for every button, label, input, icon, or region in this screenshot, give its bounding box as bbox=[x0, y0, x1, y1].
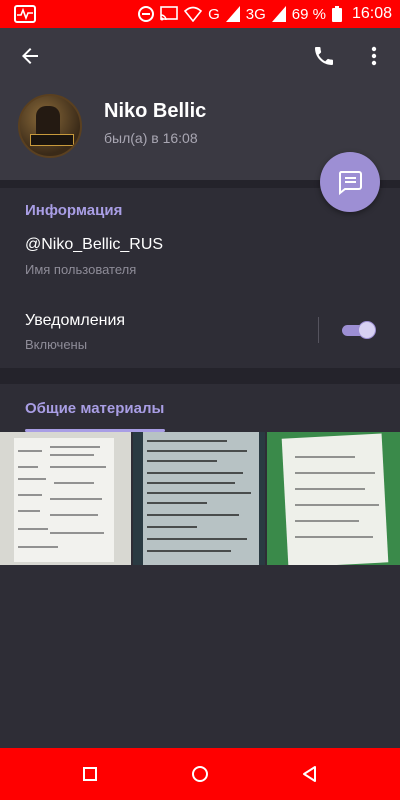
system-nav-bar bbox=[0, 748, 400, 800]
receipt-line bbox=[147, 502, 207, 504]
receipt-line bbox=[50, 454, 94, 456]
shared-media-title[interactable]: Общие материалы bbox=[25, 400, 164, 417]
back-icon[interactable] bbox=[298, 762, 322, 786]
media-thumbnail[interactable] bbox=[267, 432, 400, 565]
receipt-line bbox=[50, 514, 98, 516]
receipt-line bbox=[295, 504, 379, 506]
wifi-icon bbox=[184, 6, 203, 22]
receipt-line bbox=[147, 514, 239, 516]
receipt-line bbox=[18, 546, 58, 548]
receipt-line bbox=[295, 520, 359, 522]
receipt-line bbox=[147, 492, 251, 494]
back-arrow-icon[interactable] bbox=[18, 44, 42, 68]
signal-icon-2 bbox=[271, 6, 286, 22]
divider bbox=[318, 317, 319, 343]
media-thumbnail[interactable] bbox=[133, 432, 265, 565]
clock: 16:08 bbox=[351, 5, 392, 22]
activity-icon bbox=[14, 5, 36, 23]
receipt-line bbox=[295, 456, 355, 458]
username-value[interactable]: @Niko_Bellic_RUS bbox=[25, 236, 163, 254]
receipt-line bbox=[18, 466, 38, 468]
home-icon[interactable] bbox=[188, 762, 212, 786]
receipt-paper bbox=[281, 433, 389, 565]
receipt-line bbox=[50, 498, 102, 500]
notifications-state: Включены bbox=[25, 337, 88, 352]
status-bar: G 3G 69 % 16:08 bbox=[0, 0, 400, 28]
receipt-line bbox=[147, 472, 243, 474]
receipt-line bbox=[54, 482, 94, 484]
receipt-line bbox=[18, 450, 42, 452]
recents-icon[interactable] bbox=[78, 762, 102, 786]
receipt-line bbox=[18, 494, 42, 496]
message-icon bbox=[338, 171, 362, 195]
receipt-line bbox=[295, 488, 365, 490]
more-options-icon[interactable] bbox=[364, 44, 384, 68]
receipt-line bbox=[50, 532, 104, 534]
contact-name: Niko Bellic bbox=[104, 100, 207, 122]
username-label: Имя пользователя bbox=[25, 262, 137, 277]
receipt-line bbox=[18, 528, 48, 530]
receipt-line bbox=[50, 446, 100, 448]
avatar[interactable] bbox=[18, 94, 82, 158]
network-type-g: G bbox=[208, 5, 220, 23]
receipt-line bbox=[147, 450, 247, 452]
toggle-knob bbox=[358, 321, 376, 339]
receipt-line bbox=[18, 510, 40, 512]
battery-percent: 69 % bbox=[291, 5, 326, 23]
last-seen-status: был(а) в 16:08 bbox=[104, 130, 198, 146]
section-gap-2 bbox=[0, 368, 400, 384]
dnd-icon bbox=[138, 6, 155, 22]
receipt-paper bbox=[14, 438, 114, 562]
receipt-line bbox=[295, 472, 375, 474]
receipt-line bbox=[50, 466, 106, 468]
notifications-toggle[interactable] bbox=[340, 320, 376, 340]
receipt-line bbox=[147, 526, 197, 528]
receipt-line bbox=[18, 478, 46, 480]
cast-icon bbox=[160, 6, 178, 21]
receipt-line bbox=[147, 550, 231, 552]
info-section-title: Информация bbox=[25, 202, 123, 219]
media-grid bbox=[0, 432, 400, 565]
receipt-line bbox=[147, 482, 235, 484]
send-message-button[interactable] bbox=[320, 152, 380, 212]
avatar-badge bbox=[30, 134, 74, 146]
network-type: 3G bbox=[245, 5, 266, 23]
receipt-line bbox=[147, 538, 247, 540]
battery-icon bbox=[331, 6, 342, 22]
media-thumbnail[interactable] bbox=[0, 432, 131, 565]
phone-icon[interactable] bbox=[312, 44, 336, 68]
notifications-label[interactable]: Уведомления bbox=[25, 312, 125, 330]
receipt-line bbox=[295, 536, 373, 538]
signal-icon bbox=[225, 6, 240, 22]
receipt-line bbox=[147, 460, 217, 462]
receipt-line bbox=[147, 440, 227, 442]
